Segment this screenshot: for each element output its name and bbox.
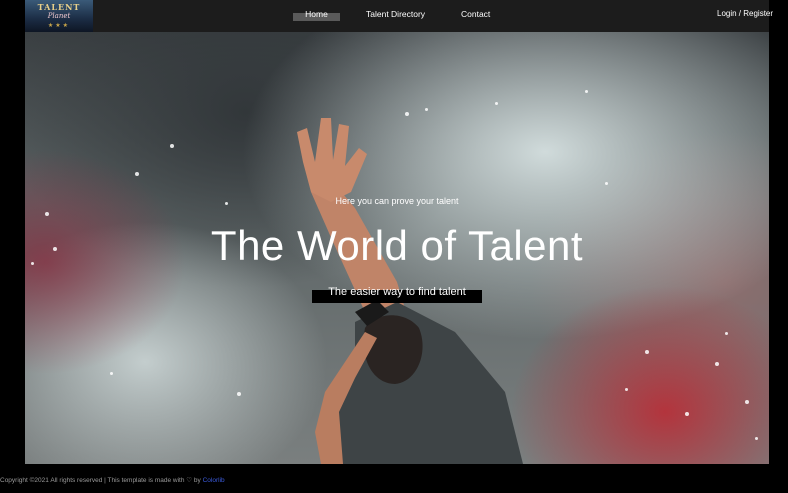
hero-section: Here you can prove your talent The World… bbox=[25, 32, 769, 464]
logo-stars: ★★★ bbox=[47, 23, 71, 29]
logo-title: TALENT bbox=[37, 2, 81, 12]
footer-copyright: Copyright ©2021 All rights reserved | Th… bbox=[0, 477, 203, 484]
nav-contact-link[interactable]: Contact bbox=[461, 0, 490, 32]
hero-tagline: Here you can prove your talent bbox=[335, 196, 459, 206]
nav-home-link[interactable]: Home bbox=[293, 0, 340, 32]
footer: Copyright ©2021 All rights reserved | Th… bbox=[0, 474, 788, 488]
hero-subtitle: The easier way to find talent bbox=[328, 286, 466, 298]
logo-script: Planet bbox=[47, 12, 71, 20]
footer-colorlib-link[interactable]: Colorlib bbox=[203, 477, 225, 484]
hero-title: The World of Talent bbox=[210, 222, 584, 269]
nav-talent-directory-link[interactable]: Talent Directory bbox=[366, 0, 425, 32]
site-logo[interactable]: TALENT Planet ★★★ bbox=[25, 0, 93, 32]
login-register-link[interactable]: Login / Register bbox=[717, 0, 773, 32]
